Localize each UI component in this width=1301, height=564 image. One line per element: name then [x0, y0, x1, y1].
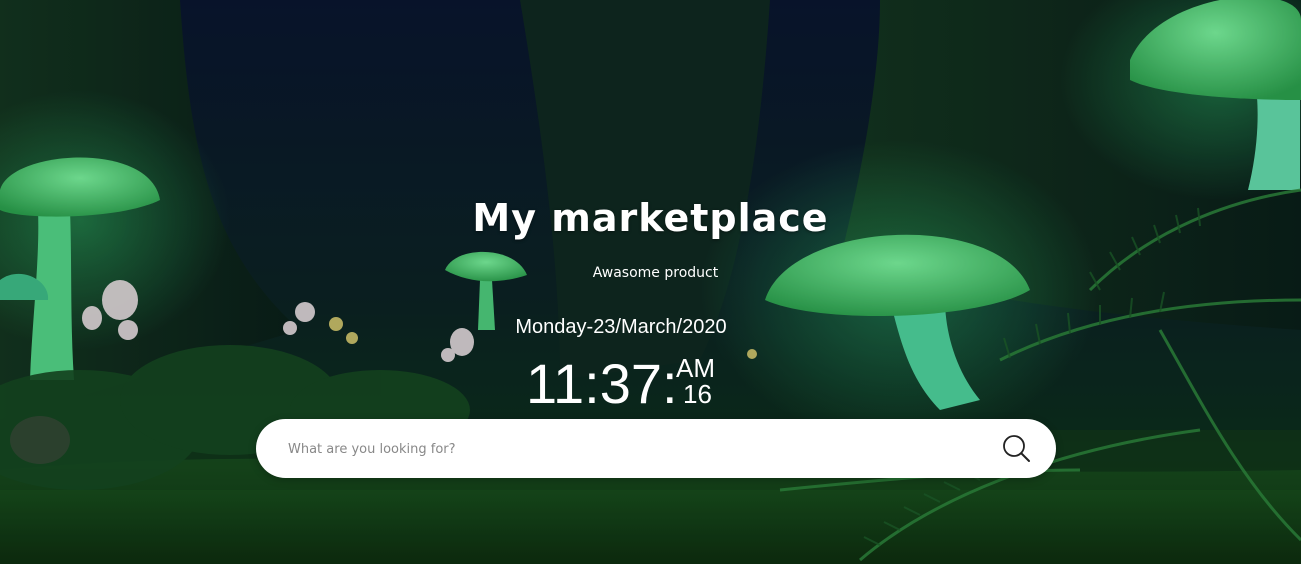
clock-hours-minutes: 11:37: — [526, 352, 678, 415]
clock-seconds: 16 — [683, 379, 712, 409]
search-input[interactable] — [286, 419, 990, 480]
search-button[interactable] — [1002, 434, 1032, 464]
search-bar — [256, 419, 1056, 480]
page-subtitle: Awasome product — [592, 265, 719, 281]
hero-section: My marketplace Awasome product Monday-23… — [0, 0, 1301, 564]
search-icon — [1003, 435, 1030, 462]
clock-ampm: AM — [676, 353, 715, 383]
hero-overlay: My marketplace Awasome product Monday-23… — [0, 0, 1301, 564]
current-date: Monday-23/March/2020 — [515, 316, 727, 338]
page-title: My marketplace — [472, 196, 829, 240]
